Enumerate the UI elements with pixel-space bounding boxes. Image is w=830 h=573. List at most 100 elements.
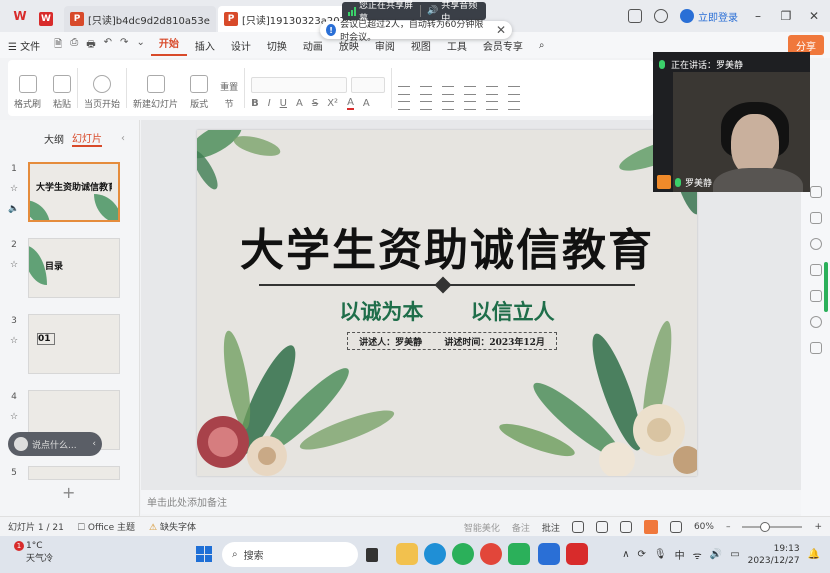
- star-icon[interactable]: ☆: [10, 336, 18, 346]
- document-tab-1[interactable]: P [只读]b4dc9d2d810a53e0fe218: [64, 6, 216, 32]
- weather-widget[interactable]: 1 1°C 天气冷: [14, 540, 53, 566]
- wps-icon[interactable]: [566, 543, 588, 565]
- menu-design[interactable]: 设计: [223, 38, 259, 53]
- format-painter-button[interactable]: 格式刷: [8, 66, 47, 110]
- notification-bell-icon[interactable]: 🔔: [808, 549, 820, 560]
- edge-icon[interactable]: [424, 543, 446, 565]
- scrollbar[interactable]: [824, 262, 828, 312]
- font-size-select[interactable]: [351, 77, 386, 93]
- columns-icon[interactable]: [508, 101, 521, 110]
- zoom-slider[interactable]: [742, 522, 803, 532]
- wps-logo[interactable]: W: [6, 5, 34, 27]
- collapse-icon[interactable]: ‹: [92, 439, 96, 449]
- reset-label[interactable]: 重置: [220, 80, 238, 93]
- numbered-list-icon[interactable]: [420, 86, 433, 95]
- chevron-down-icon[interactable]: ⌄: [136, 37, 144, 54]
- decrease-indent-icon[interactable]: [442, 86, 455, 95]
- bold-button[interactable]: B: [251, 98, 259, 109]
- tools-icon[interactable]: [809, 264, 822, 276]
- missing-font-button[interactable]: ⚠ 缺失字体: [149, 520, 196, 533]
- play-from-current-button[interactable]: 当页开始: [78, 66, 126, 110]
- shadow-button[interactable]: A: [296, 98, 303, 109]
- close-icon[interactable]: ✕: [806, 9, 822, 23]
- wechat-icon[interactable]: [508, 543, 530, 565]
- tab-slides[interactable]: 幻灯片: [72, 130, 102, 147]
- image-icon[interactable]: [809, 238, 822, 250]
- zoom-out-icon[interactable]: –: [726, 522, 731, 532]
- start-button[interactable]: [196, 546, 212, 562]
- star-icon[interactable]: ☆: [10, 412, 18, 422]
- font-color-button[interactable]: A: [347, 97, 354, 110]
- italic-button[interactable]: I: [268, 98, 271, 109]
- meeting-app-icon[interactable]: [538, 543, 560, 565]
- notes-field[interactable]: 单击此处添加备注: [141, 490, 801, 514]
- superscript-button[interactable]: X²: [327, 98, 338, 109]
- bullet-list-icon[interactable]: [398, 86, 411, 95]
- pages-icon[interactable]: [809, 186, 822, 198]
- distribute-icon[interactable]: [486, 101, 499, 110]
- home-tab[interactable]: W: [34, 6, 62, 32]
- align-right-icon[interactable]: [442, 101, 455, 110]
- text-direction-icon[interactable]: [508, 86, 521, 95]
- minimize-icon[interactable]: –: [750, 9, 766, 23]
- notes-button[interactable]: 备注: [512, 521, 530, 534]
- star-icon[interactable]: ☆: [10, 260, 18, 270]
- menu-insert[interactable]: 插入: [187, 38, 223, 53]
- chat-bubble[interactable]: 说点什么... ‹: [8, 432, 102, 456]
- menu-animation[interactable]: 动画: [295, 38, 331, 53]
- taskbar-search[interactable]: ⌕ 搜索: [222, 542, 358, 567]
- volume-icon[interactable]: 🔊: [710, 549, 722, 560]
- section-button[interactable]: 重置 节: [214, 66, 244, 110]
- line-spacing-icon[interactable]: [486, 86, 499, 95]
- slide-thumbnail[interactable]: [28, 466, 120, 480]
- slide-thumbnail[interactable]: 目录: [28, 238, 120, 298]
- star-icon[interactable]: ☆: [10, 184, 18, 194]
- grid-view-icon[interactable]: [595, 521, 608, 533]
- collapse-icon[interactable]: ‹: [121, 133, 125, 144]
- slide-thumbnail[interactable]: 01: [28, 314, 120, 374]
- help-icon[interactable]: [809, 316, 822, 328]
- restore-icon[interactable]: ❐: [778, 9, 794, 23]
- tab-outline[interactable]: 大纲: [44, 131, 64, 146]
- chrome-icon[interactable]: [480, 543, 502, 565]
- menu-file[interactable]: ☰ 文件: [0, 38, 48, 53]
- close-icon[interactable]: ✕: [496, 23, 506, 37]
- redo-icon[interactable]: ↷: [120, 37, 128, 54]
- export-icon[interactable]: ⎙: [70, 37, 78, 54]
- taskview-icon[interactable]: [366, 548, 378, 562]
- copy-icon[interactable]: [809, 212, 822, 224]
- align-center-icon[interactable]: [420, 101, 433, 110]
- theme-button[interactable]: 🞎 Office 主题: [78, 520, 135, 533]
- beautify-button[interactable]: 智能美化: [464, 521, 500, 534]
- cube-icon[interactable]: [654, 9, 668, 23]
- menu-home[interactable]: 开始: [150, 34, 187, 56]
- save-icon[interactable]: 🗎: [54, 37, 62, 54]
- search-icon[interactable]: ⌕: [531, 40, 553, 51]
- spreadsheet-icon[interactable]: [452, 543, 474, 565]
- underline-button[interactable]: U: [280, 98, 287, 109]
- strikethrough-button[interactable]: S: [312, 98, 318, 109]
- file-explorer-icon[interactable]: [396, 543, 418, 565]
- layout-button[interactable]: 版式: [184, 66, 214, 110]
- zoom-level[interactable]: 60%: [694, 522, 714, 532]
- normal-view-icon[interactable]: [571, 521, 584, 533]
- justify-icon[interactable]: [464, 101, 477, 110]
- align-left-icon[interactable]: [398, 101, 411, 110]
- menu-transition[interactable]: 切换: [259, 38, 295, 53]
- font-family-select[interactable]: [251, 77, 348, 93]
- slide-thumbnail[interactable]: 大学生资助诚信教育: [28, 162, 120, 222]
- meeting-video-window[interactable]: 正在讲话：罗美静 罗美静: [653, 52, 810, 192]
- zoom-in-icon[interactable]: +: [814, 522, 822, 532]
- wifi-icon[interactable]: ᯤ: [693, 548, 702, 562]
- chevron-up-icon[interactable]: ∧: [622, 549, 629, 560]
- book-icon[interactable]: [809, 290, 822, 302]
- add-slide-button[interactable]: +: [62, 483, 75, 502]
- highlight-button[interactable]: A: [363, 98, 370, 109]
- login-button[interactable]: 立即登录: [680, 9, 738, 24]
- mic-icon[interactable]: 🎙: [654, 549, 667, 560]
- slideshow-play-button[interactable]: [643, 520, 658, 534]
- fit-window-icon[interactable]: [669, 521, 682, 533]
- comment-button[interactable]: 批注: [542, 521, 560, 534]
- undo-icon[interactable]: ↶: [104, 37, 112, 54]
- ime-indicator[interactable]: 中: [675, 547, 685, 562]
